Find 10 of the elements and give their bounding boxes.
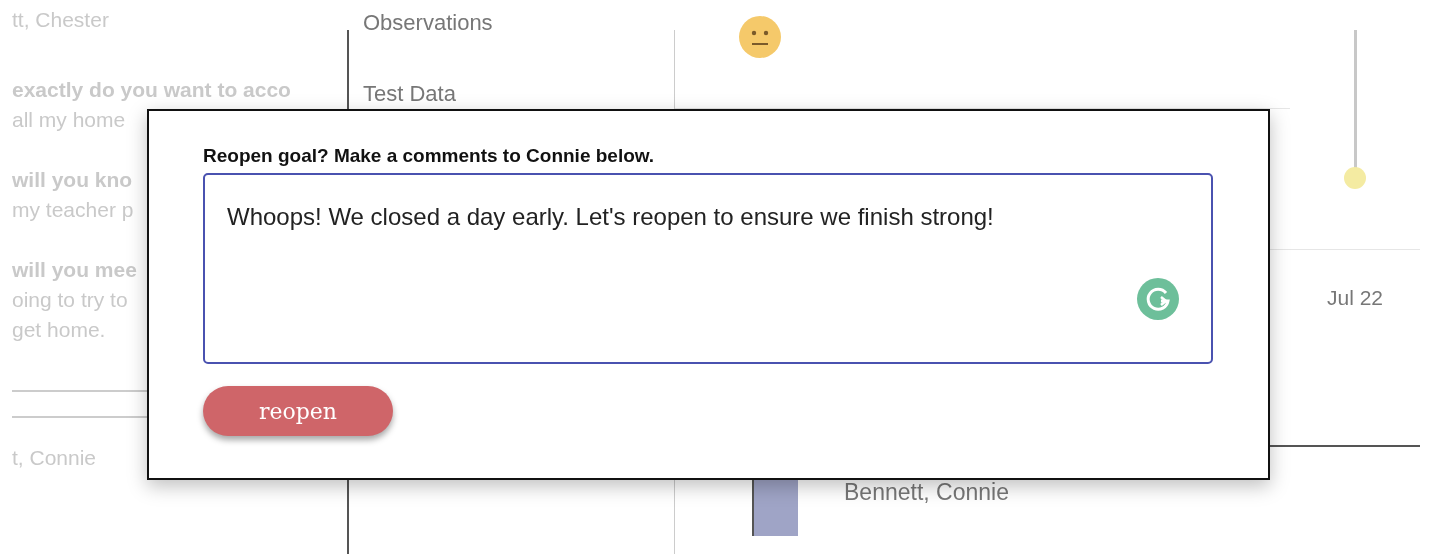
category-label: Test Data [363,81,457,107]
date-label: Jul 22 [1325,285,1384,311]
dialog-prompt: Reopen goal? Make a comments to Connie below. [203,145,656,167]
grammar-assistant-icon[interactable] [1137,278,1179,320]
category-label: Observations [363,10,494,36]
comment-field[interactable]: Whoops! We closed a day early. Let's reopen to ensure we finish strong! [203,173,1213,364]
timeline-dot [1344,167,1366,189]
reopen-button[interactable]: reopen [203,386,393,436]
student-name: Bennett, Connie [844,479,1009,506]
neutral-face-icon [739,16,781,58]
